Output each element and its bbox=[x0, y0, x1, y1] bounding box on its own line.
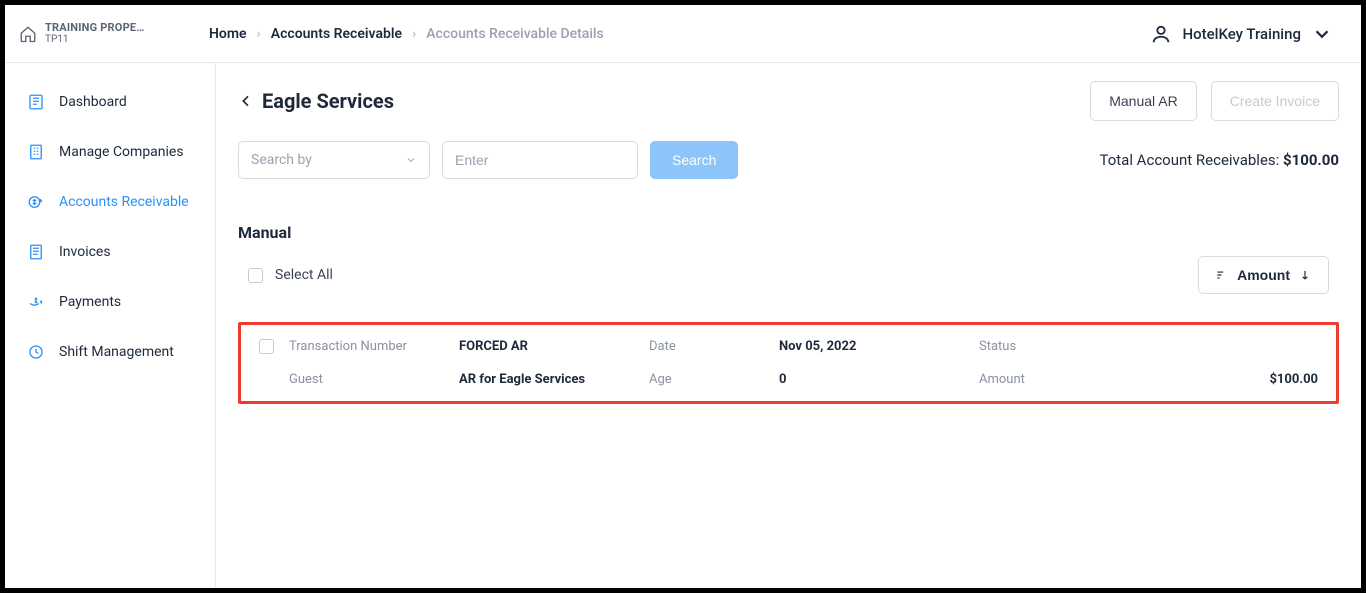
transaction-number-value: FORCED AR bbox=[459, 339, 649, 354]
search-button[interactable]: Search bbox=[650, 141, 738, 179]
user-icon bbox=[1150, 23, 1172, 45]
search-input[interactable] bbox=[442, 141, 638, 179]
chevron-right-icon: › bbox=[412, 26, 416, 42]
amount-label: Amount bbox=[979, 372, 1099, 387]
sidebar-item-label: Manage Companies bbox=[59, 144, 184, 160]
sidebar-item-label: Invoices bbox=[59, 244, 111, 260]
user-menu[interactable]: HotelKey Training bbox=[1150, 23, 1333, 45]
chevron-down-icon bbox=[1311, 23, 1333, 45]
date-label: Date bbox=[649, 339, 779, 354]
sidebar-item-accounts-receivable[interactable]: Accounts Receivable bbox=[5, 177, 215, 227]
main-content: Eagle Services Manual AR Create Invoice … bbox=[216, 63, 1361, 588]
property-badge: TRAINING PROPE… TP11 bbox=[19, 21, 209, 46]
sidebar-item-label: Shift Management bbox=[59, 344, 174, 360]
select-all-checkbox[interactable]: Select All bbox=[248, 267, 333, 283]
sidebar-item-manage-companies[interactable]: Manage Companies bbox=[5, 127, 215, 177]
chevron-right-icon: › bbox=[257, 26, 261, 42]
transaction-row[interactable]: Transaction Number FORCED AR Date Nov 05… bbox=[238, 322, 1339, 404]
sidebar-item-dashboard[interactable]: Dashboard bbox=[5, 77, 215, 127]
property-code: TP11 bbox=[45, 34, 145, 46]
user-display-name: HotelKey Training bbox=[1182, 25, 1301, 43]
crumb-home[interactable]: Home bbox=[209, 26, 247, 42]
sidebar-item-label: Accounts Receivable bbox=[59, 194, 189, 210]
crumb-details: Accounts Receivable Details bbox=[426, 26, 603, 42]
payments-icon bbox=[27, 293, 45, 311]
invoice-icon bbox=[27, 243, 45, 261]
sidebar-item-payments[interactable]: Payments bbox=[5, 277, 215, 327]
total-value: $100.00 bbox=[1283, 151, 1339, 169]
manual-ar-button[interactable]: Manual AR bbox=[1090, 81, 1196, 121]
chevron-down-icon bbox=[405, 154, 417, 166]
age-value: 0 bbox=[779, 372, 979, 387]
dashboard-icon bbox=[27, 93, 45, 111]
back-button[interactable] bbox=[238, 93, 254, 109]
property-name: TRAINING PROPE… bbox=[45, 21, 145, 34]
select-all-label: Select All bbox=[275, 267, 333, 283]
date-value: Nov 05, 2022 bbox=[779, 339, 979, 354]
age-label: Age bbox=[649, 372, 779, 387]
sidebar-item-label: Dashboard bbox=[59, 94, 127, 110]
sort-icon bbox=[1215, 268, 1229, 282]
search-by-select[interactable]: Search by bbox=[238, 141, 430, 179]
sidebar-item-shift-management[interactable]: Shift Management bbox=[5, 327, 215, 377]
create-invoice-button: Create Invoice bbox=[1211, 81, 1339, 121]
section-title-manual: Manual bbox=[238, 223, 1339, 242]
shift-icon bbox=[27, 343, 45, 361]
status-label: Status bbox=[979, 339, 1099, 354]
breadcrumb: Home › Accounts Receivable › Accounts Re… bbox=[209, 26, 1150, 42]
sort-label: Amount bbox=[1237, 267, 1290, 283]
row-checkbox[interactable] bbox=[259, 339, 274, 354]
arrow-down-icon bbox=[1298, 268, 1312, 282]
building-icon bbox=[27, 143, 45, 161]
topbar: TRAINING PROPE… TP11 Home › Accounts Rec… bbox=[5, 5, 1361, 63]
sort-amount-button[interactable]: Amount bbox=[1198, 256, 1329, 294]
checkbox-icon bbox=[248, 268, 263, 283]
amount-value: $100.00 bbox=[1099, 372, 1318, 387]
total-label: Total Account Receivables: bbox=[1099, 151, 1283, 169]
crumb-accounts-receivable[interactable]: Accounts Receivable bbox=[271, 26, 402, 42]
house-icon bbox=[19, 25, 37, 43]
sidebar: Dashboard Manage Companies Accounts Rece… bbox=[5, 63, 216, 588]
sidebar-item-invoices[interactable]: Invoices bbox=[5, 227, 215, 277]
guest-value: AR for Eagle Services bbox=[459, 372, 649, 387]
receivable-icon bbox=[27, 193, 45, 211]
page-title: Eagle Services bbox=[262, 89, 394, 113]
search-by-placeholder: Search by bbox=[251, 152, 312, 168]
sidebar-item-label: Payments bbox=[59, 294, 121, 310]
total-receivables: Total Account Receivables: $100.00 bbox=[1099, 151, 1339, 169]
transaction-number-label: Transaction Number bbox=[289, 339, 459, 354]
guest-label: Guest bbox=[289, 372, 459, 387]
